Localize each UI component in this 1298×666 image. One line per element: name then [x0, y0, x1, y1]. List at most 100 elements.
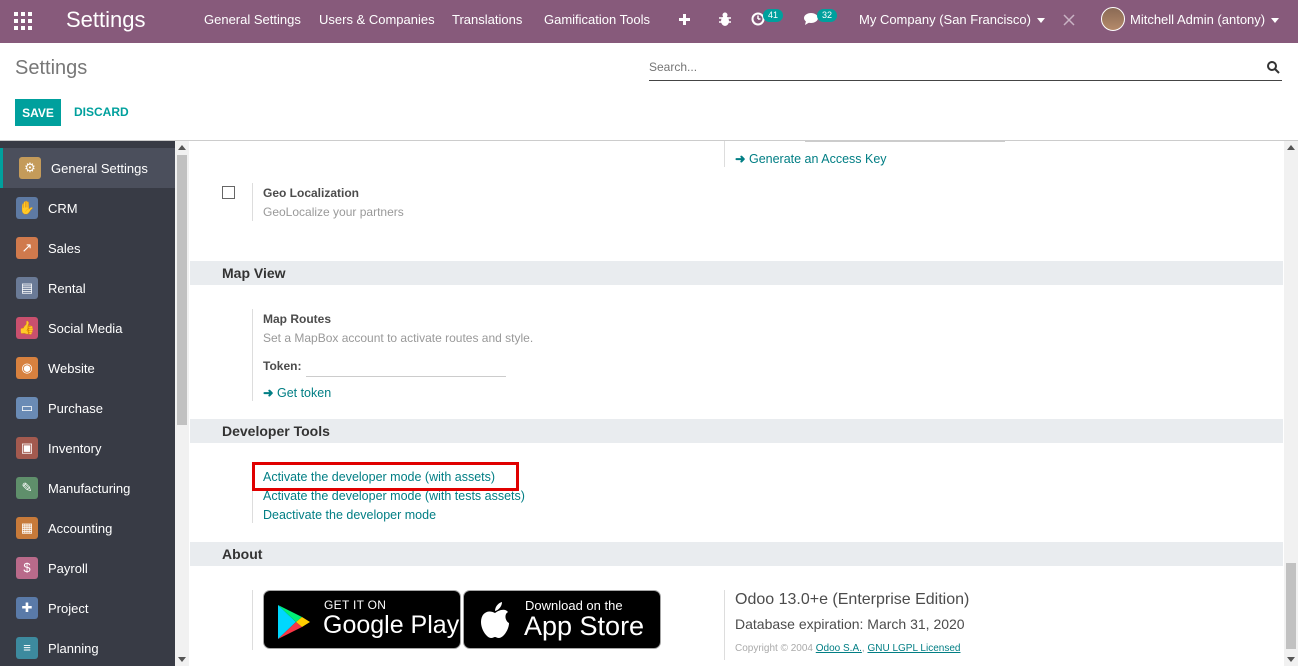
- sidebar-item-label: Social Media: [48, 321, 123, 336]
- sidebar-item-label: Project: [48, 601, 89, 616]
- deactivate-dev-mode-link[interactable]: Deactivate the developer mode: [263, 508, 436, 522]
- company-name: My Company (San Francisco): [859, 12, 1031, 27]
- plus-icon[interactable]: [678, 13, 691, 26]
- scroll-down-icon[interactable]: [178, 657, 186, 662]
- google-play-line1: GET IT ON: [324, 598, 387, 612]
- divider: [252, 590, 253, 650]
- search-icon[interactable]: [1267, 61, 1280, 74]
- gear-icon: ⚙: [19, 157, 41, 179]
- google-play-icon: [278, 605, 310, 639]
- search-input[interactable]: [649, 56, 1249, 78]
- odoo-sa-link[interactable]: Odoo S.A.: [816, 643, 862, 654]
- token-field[interactable]: [306, 376, 506, 377]
- menu-translations[interactable]: Translations: [452, 12, 522, 27]
- app-store-badge[interactable]: Download on the App Store: [463, 590, 661, 649]
- sidebar-item-label: Rental: [48, 281, 86, 296]
- geo-localization-description: GeoLocalize your partners: [263, 205, 404, 219]
- sidebar-item-general-settings[interactable]: ⚙ General Settings: [0, 148, 175, 188]
- arrow-right-icon: ➜: [735, 152, 746, 166]
- sidebar-item-label: Inventory: [48, 441, 102, 456]
- map-routes-description: Set a MapBox account to activate routes …: [263, 331, 534, 345]
- sidebar-item-accounting[interactable]: ▦ Accounting: [0, 508, 175, 548]
- sidebar-item-sales[interactable]: ↗ Sales: [0, 228, 175, 268]
- control-panel: Settings SAVE DISCARD: [0, 43, 1298, 141]
- content-scroll-thumb[interactable]: [1286, 563, 1296, 649]
- user-menu[interactable]: Mitchell Admin (antony): [1130, 12, 1280, 27]
- menu-users-companies[interactable]: Users & Companies: [319, 12, 435, 27]
- divider: [724, 590, 725, 660]
- sidebar-item-rental[interactable]: ▤ Rental: [0, 268, 175, 308]
- chevron-down-icon: [1271, 18, 1280, 24]
- geo-localization-title: Geo Localization: [263, 186, 360, 200]
- planning-icon: ≡: [16, 637, 38, 659]
- save-button[interactable]: SAVE: [15, 99, 61, 126]
- sidebar-item-label: General Settings: [51, 161, 148, 176]
- copyright-text: Copyright © 2004: [735, 643, 813, 654]
- rental-icon: ▤: [16, 277, 38, 299]
- app-title: Settings: [66, 7, 146, 32]
- sidebar-item-social-media[interactable]: 👍 Social Media: [0, 308, 175, 348]
- user-name: Mitchell Admin (antony): [1130, 12, 1266, 27]
- sidebar-item-label: Planning: [48, 641, 99, 656]
- scroll-up-icon[interactable]: [178, 145, 186, 150]
- bug-icon[interactable]: [718, 12, 732, 27]
- chart-icon: ↗: [16, 237, 38, 259]
- sidebar-item-label: Accounting: [48, 521, 113, 536]
- apple-icon: [481, 602, 509, 638]
- page-title: Settings: [15, 57, 88, 79]
- discard-button[interactable]: DISCARD: [74, 105, 129, 119]
- search-box: [649, 56, 1282, 81]
- divider: [724, 141, 725, 167]
- handshake-icon: ✋: [16, 197, 38, 219]
- sidebar-item-manufacturing[interactable]: ✎ Manufacturing: [0, 468, 175, 508]
- google-play-badge[interactable]: GET IT ON Google Play: [263, 590, 461, 649]
- thumbs-up-icon: 👍: [16, 317, 38, 339]
- arrow-right-icon: ➜: [263, 386, 274, 400]
- activate-dev-mode-tests-link[interactable]: Activate the developer mode (with tests …: [263, 489, 525, 503]
- sidebar-item-crm[interactable]: ✋ CRM: [0, 188, 175, 228]
- sidebar-item-label: Website: [48, 361, 95, 376]
- get-token-link[interactable]: ➜ Get token: [263, 385, 331, 400]
- sidebar-item-website[interactable]: ◉ Website: [0, 348, 175, 388]
- top-navbar: Settings General Settings Users & Compan…: [0, 0, 1298, 43]
- ledger-icon: ▦: [16, 517, 38, 539]
- generate-access-key-label: Generate an Access Key: [748, 152, 887, 166]
- sidebar-item-project[interactable]: ✚ Project: [0, 588, 175, 628]
- puzzle-icon: ✚: [16, 597, 38, 619]
- sidebar-item-planning[interactable]: ≡ Planning: [0, 628, 175, 666]
- menu-gamification-tools[interactable]: Gamification Tools: [544, 12, 650, 27]
- scroll-down-icon[interactable]: [1287, 657, 1295, 662]
- payroll-icon: $: [16, 557, 38, 579]
- close-cross-icon[interactable]: [1062, 13, 1076, 27]
- sidebar-scrollbar[interactable]: [175, 141, 189, 666]
- globe-icon: ◉: [16, 357, 38, 379]
- activity-badge: 41: [763, 9, 784, 22]
- chevron-down-icon: [1036, 18, 1045, 24]
- scroll-up-icon[interactable]: [1287, 145, 1295, 150]
- avatar[interactable]: [1101, 7, 1125, 31]
- divider: [252, 183, 253, 221]
- divider: [252, 309, 253, 401]
- copyright-line: Copyright © 2004 Odoo S.A., GNU LGPL Lic…: [735, 643, 961, 654]
- content-scrollbar[interactable]: [1284, 141, 1298, 666]
- version-text: Odoo 13.0+e (Enterprise Edition): [735, 591, 970, 608]
- sidebar-item-inventory[interactable]: ▣ Inventory: [0, 428, 175, 468]
- developer-tools-section-title: Developer Tools: [190, 419, 1283, 443]
- menu-general-settings[interactable]: General Settings: [204, 12, 301, 27]
- geo-localization-checkbox[interactable]: [222, 186, 235, 199]
- get-token-label: Get token: [276, 386, 332, 400]
- sidebar-item-payroll[interactable]: $ Payroll: [0, 548, 175, 588]
- license-link[interactable]: GNU LGPL Licensed: [867, 643, 960, 654]
- access-key-field[interactable]: [805, 141, 1005, 142]
- messages-badge: 32: [817, 9, 838, 22]
- map-view-section-title: Map View: [190, 261, 1283, 285]
- highlight-box: [252, 462, 519, 491]
- apps-menu-icon[interactable]: [14, 12, 32, 30]
- generate-access-key-link[interactable]: ➜ Generate an Access Key: [735, 151, 887, 166]
- sidebar-scroll-thumb[interactable]: [177, 155, 187, 425]
- company-switcher[interactable]: My Company (San Francisco): [859, 12, 1045, 27]
- about-section-title: About: [190, 542, 1283, 566]
- sidebar-item-purchase[interactable]: ▭ Purchase: [0, 388, 175, 428]
- sidebar-item-label: Purchase: [48, 401, 103, 416]
- settings-sidebar: ⚙ General Settings ✋ CRM ↗ Sales ▤ Rental 👍 Socia…: [0, 141, 175, 666]
